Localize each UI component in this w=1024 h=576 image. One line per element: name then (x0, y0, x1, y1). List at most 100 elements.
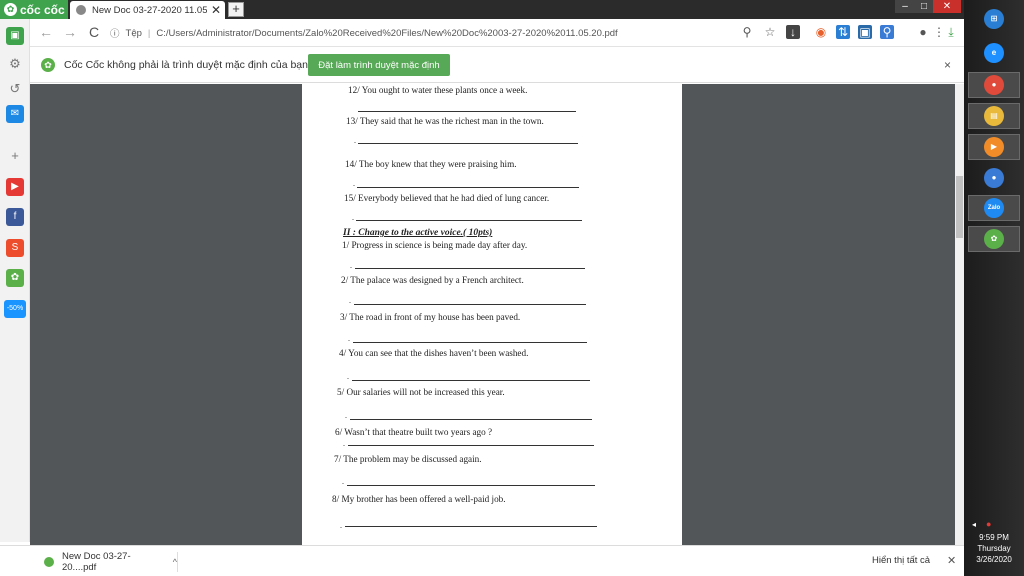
set-default-browser-button[interactable]: Đặt làm trình duyệt mặc định (308, 54, 450, 76)
answer-line (347, 485, 595, 486)
pdf-viewer: 12/ You ought to water these plants once… (30, 84, 964, 545)
sidebar: ▣ ⚙ ↺ ✉ + ▶ f S ✿ -50% (0, 19, 30, 542)
download-filename[interactable]: New Doc 03-27-20....pdf (62, 551, 165, 573)
taskbar-coccoc[interactable]: ✿ (968, 226, 1020, 252)
media-player-icon: ▶ (984, 137, 1004, 157)
answer-line (358, 143, 578, 144)
answer-line (353, 342, 587, 343)
taskbar-chrome-2[interactable]: ● (968, 165, 1020, 191)
answer-line (357, 187, 579, 188)
messenger-icon[interactable]: ✉ (6, 105, 24, 123)
question-2: 2/ The palace was designed by a French a… (341, 275, 524, 285)
question-15: 15/ Everybody believed that he had died … (344, 193, 550, 203)
scrollbar-thumb[interactable] (956, 176, 963, 238)
url-field[interactable]: ⓘ Tệp | C:/Users/Administrator/Documents… (110, 23, 740, 43)
download-item[interactable]: New Doc 03-27-20....pdf ^ (30, 551, 178, 573)
answer-dot: . (343, 439, 345, 448)
extension-screenshot-icon[interactable]: ▣ (858, 25, 872, 39)
download-bar-close-icon[interactable]: ✕ (947, 554, 956, 567)
answer-dot: . (347, 372, 349, 381)
question-12: 12/ You ought to water these plants once… (348, 85, 528, 95)
clock-day: Thursday (977, 544, 1011, 553)
taskbar-chrome[interactable]: ● (968, 72, 1020, 98)
maximize-button[interactable]: □ (915, 0, 933, 13)
question-4: 4/ You can see that the dishes haven’t b… (339, 348, 529, 358)
question-3: 3/ The road in front of my house has bee… (340, 312, 521, 322)
answer-dot: . (348, 334, 350, 343)
tab-bar: ✿ cốc cốc New Doc 03-27-2020 11.05.2 ✕ +… (0, 0, 964, 19)
tab-pdf[interactable]: New Doc 03-27-2020 11.05.2 ✕ (70, 1, 225, 19)
browser-brand[interactable]: ✿ cốc cốc (0, 0, 68, 19)
question-5: 5/ Our salaries will not be increased th… (337, 387, 505, 397)
extension-search-icon[interactable]: ⚲ (880, 25, 894, 39)
zalo-icon: Zalo (984, 198, 1004, 218)
answer-line (356, 220, 582, 221)
reload-icon[interactable]: C (86, 24, 102, 40)
coccoc-leaf-icon[interactable]: ✿ (6, 269, 24, 287)
answer-line (354, 304, 586, 305)
answer-dot: . (342, 477, 344, 486)
settings-icon[interactable]: ⚙ (6, 55, 24, 73)
shopee-icon[interactable]: S (6, 239, 24, 257)
extension-translate-icon[interactable]: ⇅ (836, 25, 850, 39)
tiki-icon[interactable]: -50% (4, 300, 26, 318)
url-text[interactable]: C:/Users/Administrator/Documents/Zalo%20… (156, 28, 617, 39)
pdf-file-icon (44, 557, 54, 567)
extension-coccoc-icon[interactable]: ◉ (814, 25, 828, 39)
browser-window: ✿ cốc cốc New Doc 03-27-2020 11.05.2 ✕ +… (0, 0, 964, 576)
start-button-icon: ⊞ (984, 9, 1004, 29)
info-icon[interactable]: ⓘ (110, 26, 120, 40)
sidebar-toggle-icon[interactable]: ▣ (6, 27, 24, 45)
scheme-label: Tệp (125, 27, 142, 39)
tab-title: New Doc 03-27-2020 11.05.2 (92, 4, 207, 16)
back-icon[interactable]: ← (38, 24, 54, 40)
address-bar: ← → C ⓘ Tệp | C:/Users/Administrator/Doc… (30, 19, 964, 47)
history-icon[interactable]: ↺ (6, 80, 24, 98)
question-13: 13/ They said that he was the richest ma… (346, 116, 544, 126)
youtube-icon[interactable]: ▶ (6, 178, 24, 196)
new-tab-button[interactable]: + (228, 2, 244, 17)
question-14: 14/ The boy knew that they were praising… (345, 159, 517, 169)
notification-message: Cốc Cốc không phải là trình duyệt mặc đị… (64, 59, 308, 71)
start-button[interactable]: ⊞ (968, 6, 1020, 32)
screen: ✿ cốc cốc New Doc 03-27-2020 11.05.2 ✕ +… (0, 0, 1024, 576)
facebook-icon[interactable]: f (6, 208, 24, 226)
notification-close-icon[interactable]: × (944, 58, 951, 72)
internet-explorer-icon: e (984, 43, 1004, 63)
minimize-button[interactable]: – (895, 0, 915, 13)
pdf-page: 12/ You ought to water these plants once… (302, 84, 682, 545)
coccoc-logo-icon: ✿ (4, 3, 17, 16)
section-title: II : Change to the active voice.( 10pts) (343, 228, 493, 238)
tab-favicon-icon (76, 5, 86, 15)
tray-arrow-icon[interactable]: ◂ (972, 520, 976, 529)
chrome-alt-icon: ● (984, 168, 1004, 188)
coccoc-download-icon[interactable]: ⤓ (944, 25, 958, 39)
show-all-downloads-link[interactable]: Hiển thị tất cả (872, 555, 930, 566)
profile-icon[interactable]: ● (916, 25, 930, 39)
system-clock[interactable]: 9:59 PM Thursday 3/26/2020 (964, 532, 1024, 565)
close-window-button[interactable]: ✕ (933, 0, 961, 13)
answer-line (358, 111, 576, 112)
tab-close-icon[interactable]: ✕ (211, 3, 221, 17)
coccoc-icon: ✿ (984, 229, 1004, 249)
answer-dot: . (353, 179, 355, 188)
vertical-scrollbar[interactable] (955, 84, 964, 545)
taskbar-explorer[interactable]: ▤ (968, 103, 1020, 129)
download-manager-icon[interactable]: ↓ (786, 25, 800, 39)
bookmark-star-icon[interactable]: ☆ (763, 25, 777, 39)
taskbar-zalo[interactable]: Zalo (968, 195, 1020, 221)
answer-dot: . (352, 213, 354, 222)
taskbar-media-player[interactable]: ▶ (968, 134, 1020, 160)
taskbar-ie[interactable]: e (968, 40, 1020, 66)
brand-label: cốc cốc (20, 2, 65, 17)
answer-dot: . (340, 521, 342, 530)
url-separator: | (147, 27, 151, 39)
chevron-up-icon[interactable]: ^ (173, 557, 177, 567)
tray-notification-icon[interactable]: ● (986, 519, 991, 529)
zoom-icon[interactable]: ⚲ (740, 25, 754, 39)
chrome-icon: ● (984, 75, 1004, 95)
forward-icon[interactable]: → (62, 24, 78, 40)
add-icon[interactable]: + (6, 147, 24, 165)
question-1: 1/ Progress in science is being made day… (342, 240, 528, 250)
file-explorer-icon: ▤ (984, 106, 1004, 126)
